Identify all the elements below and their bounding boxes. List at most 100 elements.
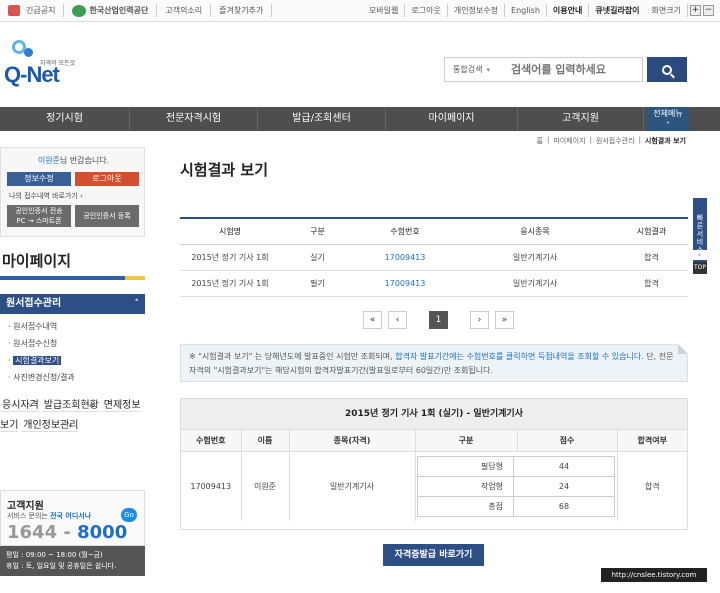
- english-link[interactable]: English: [505, 4, 547, 17]
- nav-regular-exam[interactable]: 정기시험: [0, 107, 130, 131]
- lnb-sub-item[interactable]: · 사진변경신청/결과: [8, 369, 144, 386]
- add-favorite-link[interactable]: 즐겨찾기추가: [211, 4, 273, 17]
- pagination: « ‹ 1 › »: [363, 311, 514, 329]
- lnb-section-application[interactable]: 원서접수관리 ˄: [0, 294, 145, 314]
- edit-info-button[interactable]: 정보수정: [7, 172, 71, 186]
- score-detail-header-row: 수험번호 이름 종목(자격) 구분 점수 합격여부: [181, 429, 687, 452]
- next-page-button[interactable]: ›: [470, 311, 489, 329]
- cert-register-button[interactable]: 공인인증서 등록: [75, 205, 139, 227]
- breadcrumb-mypage[interactable]: 마이페이지: [553, 136, 585, 146]
- zoom-out-button[interactable]: −: [703, 5, 714, 16]
- hours-weekday: 평일 : 09:00 ~ 18:00 (월~금): [6, 551, 103, 559]
- results-table: 시험명 구분 수험번호 응시종목 시험결과 2015년 정기 기사 1회 실기 …: [180, 217, 688, 297]
- scroll-top-button[interactable]: TOP: [693, 262, 707, 274]
- score-value: 24: [513, 476, 615, 497]
- all-menu-button[interactable]: 전체메뉴 ˅: [647, 107, 689, 131]
- detail-col-name: 이름: [241, 429, 290, 452]
- certificate-issue-button[interactable]: 자격증발급 바로가기: [383, 544, 484, 566]
- edit-profile-link[interactable]: 개인정보수정: [448, 4, 506, 17]
- search-scope-select[interactable]: 통합검색 ▾: [445, 64, 511, 75]
- breadcrumb-separator: |: [547, 136, 550, 144]
- customer-support-go-button[interactable]: Go: [121, 508, 137, 522]
- all-menu-label: 전체메뉴: [653, 109, 683, 118]
- lnb-sub-item[interactable]: · 원서접수신청: [8, 335, 144, 352]
- score-label: 작업형: [417, 476, 514, 497]
- notice-box: ※ "시험결과 보기" 는 당해년도에 발표중인 시험만 조회되며, 합격자 발…: [180, 344, 688, 382]
- logout-button[interactable]: 로그아웃: [75, 172, 139, 186]
- qnet-guide-link[interactable]: 큐넷길라잡이: [589, 4, 645, 17]
- lnb-sub-item-active[interactable]: · 시험결과보기: [8, 352, 144, 369]
- last-page-button[interactable]: »: [495, 311, 514, 329]
- usage-guide-link[interactable]: 이용안내: [547, 4, 590, 17]
- breadcrumb-current: 시험결과 보기: [644, 137, 686, 145]
- nav-professional-exam[interactable]: 전문자격시험: [130, 107, 258, 131]
- cell-type: 필기: [280, 270, 355, 297]
- search-input[interactable]: [511, 63, 641, 76]
- arrow-right-icon: ›: [80, 192, 83, 200]
- mobile-web-link[interactable]: 모바일웹: [363, 4, 406, 17]
- search-button[interactable]: [647, 57, 687, 82]
- col-subject: 응시종목: [455, 218, 615, 245]
- customer-voice-link[interactable]: 고객의소리: [157, 4, 212, 17]
- customer-support-desc: 서비스 문의는 전국 어디서나: [7, 511, 91, 521]
- logout-link[interactable]: 로그아웃: [405, 4, 448, 17]
- logo-text: Q-Net: [4, 62, 60, 87]
- chevron-down-icon: ▾: [486, 65, 490, 74]
- page-1-button[interactable]: 1: [429, 311, 448, 329]
- lnb-menu-personal-info[interactable]: 개인정보관리 ˅: [21, 420, 79, 435]
- phone-number-a: 1644: [7, 522, 58, 543]
- prev-page-button[interactable]: ‹: [388, 311, 407, 329]
- qnet-logo[interactable]: 자격의 모든것 Q-Net: [4, 38, 84, 88]
- quick-service-tab[interactable]: 빠른서비스 ‹: [693, 198, 707, 270]
- cell-result: 합격: [615, 270, 688, 297]
- detail-col-type: 구분: [415, 429, 518, 452]
- cert-transfer-button[interactable]: 공인인증서 전송 PC → 스마트폰: [7, 205, 71, 227]
- all-menu-chevron-icon: ˅: [666, 121, 670, 130]
- exam-number-link[interactable]: 17009413: [355, 270, 455, 297]
- cert-transfer-sub: PC → 스마트폰: [16, 217, 62, 225]
- page-fold-icon: [678, 344, 688, 354]
- lnb-menu-qualification[interactable]: 응시자격 ˅: [0, 400, 39, 415]
- cell-subject: 일반기계기사: [455, 244, 615, 271]
- logo-dot-icon: [24, 48, 33, 57]
- nav-mypage[interactable]: 마이페이지: [386, 107, 518, 131]
- customer-support-desc-pre: 서비스 문의는: [7, 512, 51, 520]
- lnb-sub-item-label: 사진변경신청/결과: [13, 373, 75, 382]
- lnb-sub-item-label: 원서접수신청: [13, 339, 58, 348]
- search-box: 통합검색 ▾: [444, 57, 643, 82]
- emergency-notice-link[interactable]: 긴급공지: [4, 4, 65, 17]
- detail-result: 합격: [644, 482, 660, 491]
- top-utility-bar: 긴급공지 한국산업인력공단 고객의소리 즐겨찾기추가 모바일웹 로그아웃 개인정…: [0, 0, 720, 22]
- hrdk-link[interactable]: 한국산업인력공단: [64, 4, 158, 17]
- chevron-down-icon: ˅: [91, 405, 96, 415]
- nav-customer-support[interactable]: 고객지원: [518, 107, 644, 131]
- greeting: 이원준님 반갑습니다.: [1, 155, 146, 166]
- breadcrumb-application[interactable]: 원서접수관리: [596, 136, 635, 146]
- nav-issuance-center[interactable]: 발급/조회센터: [258, 107, 386, 131]
- col-exam-name: 시험명: [180, 218, 280, 245]
- table-row: 2015년 정기 기사 1회 실기 17009413 일반기계기사 합격: [180, 244, 688, 271]
- my-application-shortcut-label: 나의 접수내역 바로가기: [9, 192, 78, 200]
- search-icon: [662, 64, 672, 75]
- top-right-links: 모바일웹 로그아웃 개인정보수정 English 이용안내 큐넷길라잡이 화면크…: [363, 4, 714, 17]
- detail-scores-cell: 필답형 44 작업형 24 총점 68: [415, 451, 618, 521]
- breadcrumb-home[interactable]: 홈: [537, 136, 543, 146]
- detail-col-pass: 합격여부: [617, 429, 687, 452]
- lnb-title: 마이페이지: [2, 252, 72, 270]
- first-page-button[interactable]: «: [363, 311, 382, 329]
- score-row: 작업형 24: [417, 476, 615, 497]
- lnb-sub-item[interactable]: · 원서접수내역: [8, 318, 144, 335]
- lnb-menu-list: 응시자격 ˅ 발급조회현황 ˅ 면제정보보기 ˅ 개인정보관리 ˅: [0, 396, 145, 436]
- score-label: 총점: [417, 496, 514, 517]
- chevron-up-icon: ˄: [134, 299, 140, 309]
- col-exam-number: 수험번호: [355, 218, 455, 245]
- my-application-shortcut[interactable]: 나의 접수내역 바로가기 ›: [9, 191, 83, 201]
- notice-text-1: ※ "시험결과 보기" 는 당해년도에 발표중인 시험만 조회되며,: [189, 352, 396, 361]
- zoom-in-button[interactable]: +: [690, 5, 701, 16]
- hrdk-logo-icon: [72, 4, 87, 17]
- score-detail-title: 2015년 정기 기사 1회 (실기) - 일반기계기사: [181, 399, 687, 429]
- lnb-title-underline: [0, 276, 145, 280]
- score-value: 44: [513, 456, 615, 477]
- customer-support-box: 고객지원 서비스 문의는 전국 어디서나 1644 - 8000 Go: [0, 490, 145, 546]
- exam-number-link[interactable]: 17009413: [355, 244, 455, 271]
